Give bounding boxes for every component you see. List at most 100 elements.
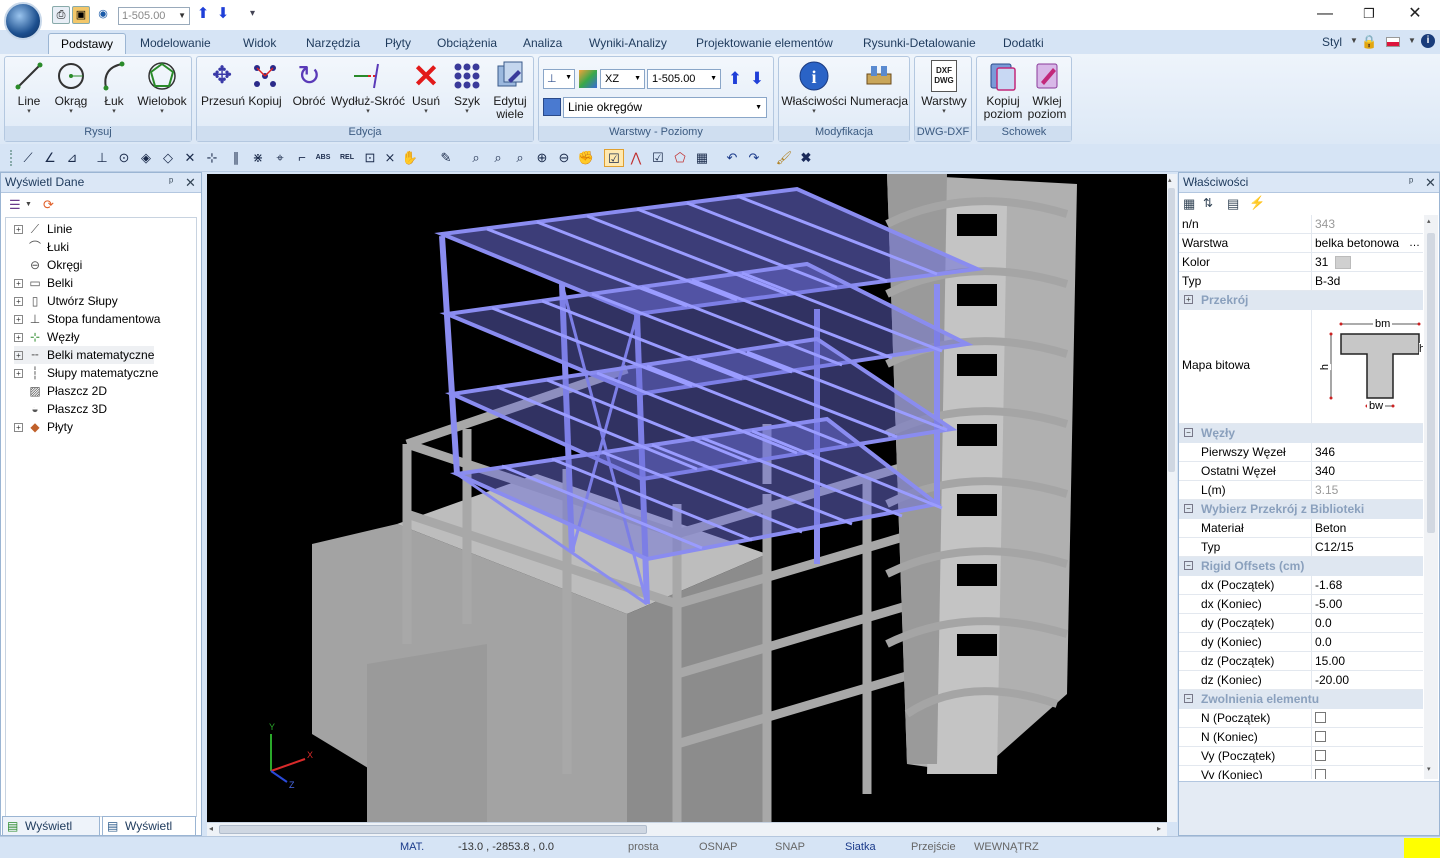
tab-analiza[interactable]: Analiza [511, 33, 574, 54]
scroll-thumb[interactable] [1427, 233, 1435, 533]
tree-item-plaszcz-3d[interactable]: ◒ Płaszcz 3D [27, 400, 107, 418]
refresh-icon[interactable]: ⟳ [43, 197, 61, 215]
draw-perpendicular-icon[interactable]: ⊿ [62, 149, 82, 167]
horizontal-scrollbar[interactable]: ◂ ▸ [207, 822, 1167, 836]
events-icon[interactable]: ⚡ [1249, 195, 1265, 211]
level-select[interactable]: 1-505.00 ▼ [647, 69, 721, 89]
snap-intersection-icon[interactable]: ✕ [180, 149, 200, 167]
move-button[interactable]: ✥ Przesuń [201, 60, 245, 108]
array-button[interactable]: Szyk ▾ [449, 60, 485, 116]
categorized-icon[interactable]: ▦ [1183, 196, 1195, 212]
expand-icon[interactable]: + [1184, 295, 1193, 304]
prop-row-warstwa[interactable]: Warstwa belka betonowa… [1179, 234, 1423, 253]
tab-podstawy[interactable]: Podstawy [48, 33, 127, 54]
category-wezly[interactable]: − Węzły [1179, 424, 1423, 443]
snap-perpendicular-icon[interactable]: ⊥ [92, 149, 112, 167]
snap-tangent-icon[interactable]: ◇ [158, 149, 178, 167]
level-down-icon[interactable]: ⬇ [747, 69, 767, 89]
select-grid-icon[interactable]: ▦ [692, 149, 712, 167]
expand-icon[interactable]: + [14, 333, 23, 343]
tree-item-plyty[interactable]: + ◆ Płyty [14, 418, 73, 436]
level-down-icon[interactable]: ⬇ [214, 6, 232, 24]
redo-icon[interactable]: ↷ [744, 149, 764, 167]
prop-row-ostatni-wezel[interactable]: Ostatni Węzeł 340 [1179, 462, 1423, 481]
snap-quadrant-icon[interactable]: ◈ [136, 149, 156, 167]
expand-icon[interactable]: + [14, 351, 23, 361]
layers-icon[interactable] [579, 70, 597, 88]
open-icon[interactable]: ▣ [72, 6, 90, 24]
scroll-right-icon[interactable]: ▸ [1157, 824, 1161, 833]
release-checkbox[interactable] [1315, 769, 1326, 779]
snap-nearest-icon[interactable]: ⋇ [248, 149, 268, 167]
snap-corner-icon[interactable]: ⌐ [292, 149, 312, 167]
style-menu[interactable]: Styl [1322, 35, 1342, 49]
collapse-icon[interactable]: − [1184, 561, 1193, 570]
release-checkbox[interactable] [1315, 712, 1326, 724]
copy-level-button[interactable]: Kopiuj poziom [981, 60, 1025, 121]
category-zwolnienia[interactable]: − Zwolnienia elementu [1179, 690, 1423, 709]
tab-modelowanie[interactable]: Modelowanie [128, 33, 223, 54]
level-up-icon[interactable]: ⬆ [725, 69, 745, 89]
zoom-all-icon[interactable]: ⌕ [488, 149, 508, 167]
3d-viewport[interactable]: Y X Z [207, 174, 1167, 822]
level-up-icon[interactable]: ⬆ [194, 6, 212, 24]
tab-widok[interactable]: Widok [231, 33, 288, 54]
expand-icon[interactable]: + [14, 369, 23, 379]
draw-polyline-icon[interactable]: ∠ [40, 149, 60, 167]
prop-row-n-end[interactable]: N (Koniec) [1179, 728, 1423, 747]
extend-trim-button[interactable]: Wydłuż-Skróć ▾ [331, 60, 405, 116]
tree-item-plaszcz-2d[interactable]: ▨ Płaszcz 2D [27, 382, 107, 400]
expand-icon[interactable]: + [14, 279, 23, 289]
copy-button[interactable]: Kopiuj [245, 60, 285, 108]
tree-item-slupy-matematyczne[interactable]: + ┆ Słupy matematyczne [14, 364, 158, 382]
language-flag-icon[interactable] [1386, 37, 1400, 47]
print-icon[interactable]: ⎙ [52, 6, 70, 24]
expand-icon[interactable]: + [14, 225, 23, 235]
tab-display-parameters[interactable]: ▤Wyświetl Par... [2, 816, 100, 851]
prop-row-dx-start[interactable]: dx (Początek) -1.68 [1179, 576, 1423, 595]
prop-row-vy-end[interactable]: Vy (Koniec) [1179, 766, 1423, 779]
collapse-icon[interactable]: − [1184, 504, 1193, 513]
dwg-layers-button[interactable]: DXF DWG Warstwy ▾ [917, 60, 971, 116]
pin-icon[interactable]: ᵖ [169, 173, 173, 192]
status-prosta[interactable]: prosta [628, 837, 659, 857]
tab-dodatki[interactable]: Dodatki [991, 33, 1056, 54]
scroll-left-icon[interactable]: ◂ [209, 824, 213, 833]
status-mat[interactable]: MAT. [400, 837, 424, 857]
chevron-down-icon[interactable]: ▼ [1350, 36, 1358, 45]
lock-icon[interactable]: 🔒 [1361, 34, 1377, 50]
close-icon[interactable]: ✕ [1425, 173, 1436, 192]
tab-display-data[interactable]: ▤Wyświetl Da... [102, 816, 196, 851]
prop-row-typ-material[interactable]: Typ C12/15 [1179, 538, 1423, 557]
plane-type-button[interactable]: ⊥ ▼ [543, 69, 575, 89]
pin-icon[interactable]: ᵖ [1409, 173, 1413, 192]
abs-coords-button[interactable]: ABS [312, 149, 334, 167]
snap-parallel-icon[interactable]: ∥ [226, 149, 246, 167]
collapse-icon[interactable]: − [1184, 428, 1193, 437]
scroll-down-icon[interactable]: ▾ [1427, 765, 1431, 773]
status-snap[interactable]: SNAP [775, 837, 805, 857]
category-rigid-offsets[interactable]: − Rigid Offsets (cm) [1179, 557, 1423, 576]
status-wewnatrz[interactable]: WEWNĄTRZ [974, 837, 1039, 857]
hand-icon[interactable]: ✋ [400, 149, 420, 167]
chevron-down-icon[interactable]: ▼ [1408, 36, 1416, 45]
tree-item-wezly[interactable]: + ⊹ Węzły [14, 328, 80, 346]
prop-row-dz-end[interactable]: dz (Koniec) -20.00 [1179, 671, 1423, 690]
tree-item-belki-matematyczne[interactable]: + ╌ Belki matematyczne [14, 346, 155, 364]
properties-button[interactable]: i Właściwości ▾ [781, 60, 847, 116]
scroll-thumb[interactable] [219, 825, 647, 834]
property-pages-icon[interactable]: ▤ [1227, 196, 1239, 212]
status-siatka[interactable]: Siatka [845, 837, 876, 857]
snap-off-icon[interactable]: ⨯ [380, 149, 400, 167]
pencil-icon[interactable]: ✎ [436, 149, 456, 167]
snap-box-icon[interactable]: ⊡ [360, 149, 380, 167]
tab-projektowanie-elementow[interactable]: Projektowanie elementów [684, 33, 845, 54]
snap-node-icon[interactable]: ⌖ [270, 149, 290, 167]
category-przekroj[interactable]: + Przekrój [1179, 291, 1423, 310]
rotate-button[interactable]: ↻ Obróć [287, 60, 331, 108]
scroll-thumb[interactable] [1168, 188, 1175, 472]
prop-row-typ[interactable]: Typ B-3d [1179, 272, 1423, 291]
prop-row-kolor[interactable]: Kolor 31 [1179, 253, 1423, 272]
toolbar-grip[interactable] [10, 150, 13, 166]
zoom-out-icon[interactable]: ⊖ [554, 149, 574, 167]
